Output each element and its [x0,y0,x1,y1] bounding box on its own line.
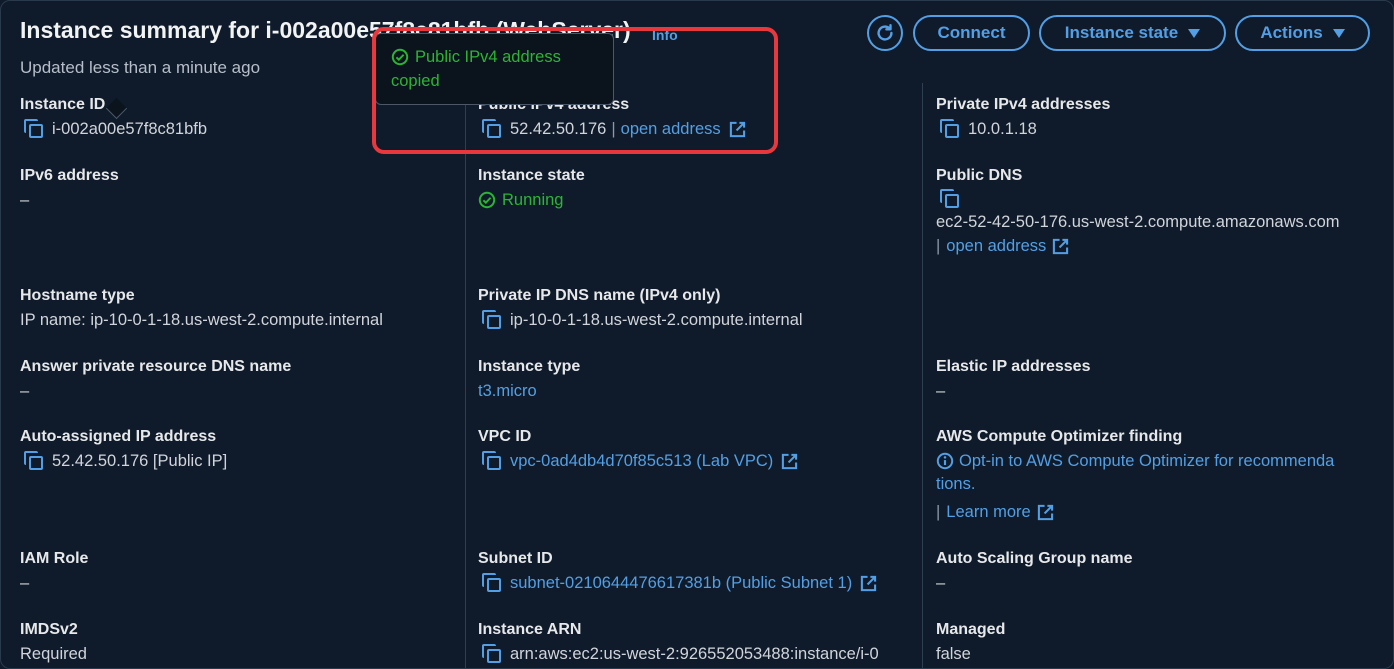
external-link-icon[interactable] [1037,504,1054,521]
field-instance-type: Instance type t3.micro [478,357,580,402]
instance-state-label: Instance state [1064,23,1179,42]
field-iam-role: IAM Role – [20,549,88,594]
vpc-link[interactable]: vpc-0ad4db4d70f85c513 (Lab VPC) [510,450,773,472]
field-imdsv2: IMDSv2 Required [20,620,87,665]
field-auto-ip: Auto-assigned IP address 52.42.50.176 [P… [20,427,227,472]
field-answer-dns: Answer private resource DNS name – [20,357,291,402]
field-label: Instance state [478,167,585,184]
field-compute-optimizer: AWS Compute Optimizer finding Opt-in to … [936,427,1334,523]
field-ipv6: IPv6 address – [20,166,119,211]
public-dns-value: ec2-52-42-50-176.us-west-2.compute.amazo… [936,213,1340,231]
separator: | [936,237,941,255]
field-label: Instance type [478,358,581,375]
field-label: Public DNS [936,167,1023,184]
updated-text: Updated less than a minute ago [20,58,261,77]
copy-icon[interactable] [940,119,960,139]
field-vpc-id: VPC ID vpc-0ad4db4d70f85c513 (Lab VPC) [478,427,798,472]
field-label: Elastic IP addresses [936,358,1091,375]
check-circle-icon [478,191,496,209]
connect-label: Connect [937,23,1006,42]
field-label: Auto-assigned IP address [20,428,217,445]
copy-icon[interactable] [482,451,502,471]
external-link-icon[interactable] [781,453,798,470]
instance-state-button[interactable]: Instance state [1039,15,1226,51]
field-label: AWS Compute Optimizer finding [936,428,1183,445]
auto-ip-value: 52.42.50.176 [Public IP] [52,452,228,470]
instance-state-value: Running [502,191,564,209]
field-label: Private IP DNS name (IPv4 only) [478,287,721,304]
caret-down-icon [1188,28,1201,38]
actions-label: Actions [1260,23,1323,42]
highlight-annotation [372,27,778,154]
field-label: IAM Role [20,550,89,567]
optimizer-opt-in-link[interactable]: Opt-in to AWS Compute Optimizer for reco… [959,450,1334,472]
field-label: Instance ARN [478,621,582,638]
field-private-dns: Private IP DNS name (IPv4 only) ip-10-0-… [478,286,803,331]
field-asg-name: Auto Scaling Group name – [936,549,1132,594]
connect-button[interactable]: Connect [913,15,1030,51]
iam-value: – [20,574,30,592]
caret-down-icon [1332,28,1345,38]
copy-icon[interactable] [940,189,960,209]
managed-value: false [936,645,971,663]
instance-id-value: i-002a00e57f8c81bfb [52,120,208,138]
field-label: Auto Scaling Group name [936,550,1133,567]
optimizer-opt-in-link-cont[interactable]: tions. [936,473,1334,495]
field-private-ipv4: Private IPv4 addresses 10.0.1.18 [936,95,1110,140]
instance-type-link[interactable]: t3.micro [478,380,580,402]
copy-icon[interactable] [482,573,502,593]
refresh-icon [877,24,893,41]
subnet-link[interactable]: subnet-0210644476617381b (Public Subnet … [510,572,852,594]
column-divider [922,83,923,668]
copy-icon[interactable] [482,310,502,330]
instance-arn-value: arn:aws:ec2:us-west-2:926552053488:insta… [510,645,879,663]
public-dns-open-address-link[interactable]: open address [946,235,1046,257]
copy-icon[interactable] [24,119,44,139]
field-hostname-type: Hostname type IP name: ip-10-0-1-18.us-w… [20,286,383,331]
field-label: Answer private resource DNS name [20,358,292,375]
separator: | [936,503,941,521]
field-instance-arn: Instance ARN arn:aws:ec2:us-west-2:92655… [478,620,879,665]
field-label: IPv6 address [20,167,119,184]
refresh-button[interactable] [867,15,903,51]
field-public-dns: Public DNS ec2-52-42-50-176.us-west-2.co… [936,166,1340,257]
imds-value: Required [20,645,87,663]
instance-summary-panel: Instance summary for i-002a00e57f8c81bfb… [0,0,1394,669]
field-elastic-ip: Elastic IP addresses – [936,357,1090,402]
asg-value: – [936,574,946,592]
field-label: Hostname type [20,287,135,304]
private-ipv4-value: 10.0.1.18 [968,120,1037,138]
field-label: IMDSv2 [20,621,78,638]
actions-button[interactable]: Actions [1235,15,1370,51]
field-label: VPC ID [478,428,532,445]
learn-more-link[interactable]: Learn more [946,501,1030,523]
field-managed: Managed false [936,620,1005,665]
copy-icon[interactable] [24,451,44,471]
copy-icon[interactable] [482,644,502,664]
elastic-ip-value: – [936,382,946,400]
field-label: Private IPv4 addresses [936,96,1111,113]
field-instance-state: Instance state Running [478,166,585,211]
hostname-type-value: IP name: ip-10-0-1-18.us-west-2.compute.… [20,311,383,329]
column-divider [465,83,466,668]
field-subnet-id: Subnet ID subnet-0210644476617381b (Publ… [478,549,877,594]
external-link-icon[interactable] [860,575,877,592]
private-dns-value: ip-10-0-1-18.us-west-2.compute.internal [510,311,803,329]
ipv6-value: – [20,191,30,209]
external-link-icon[interactable] [1052,238,1069,255]
field-label: Subnet ID [478,550,553,567]
info-circle-icon [936,452,954,470]
answer-dns-value: – [20,382,30,400]
field-label: Managed [936,621,1006,638]
